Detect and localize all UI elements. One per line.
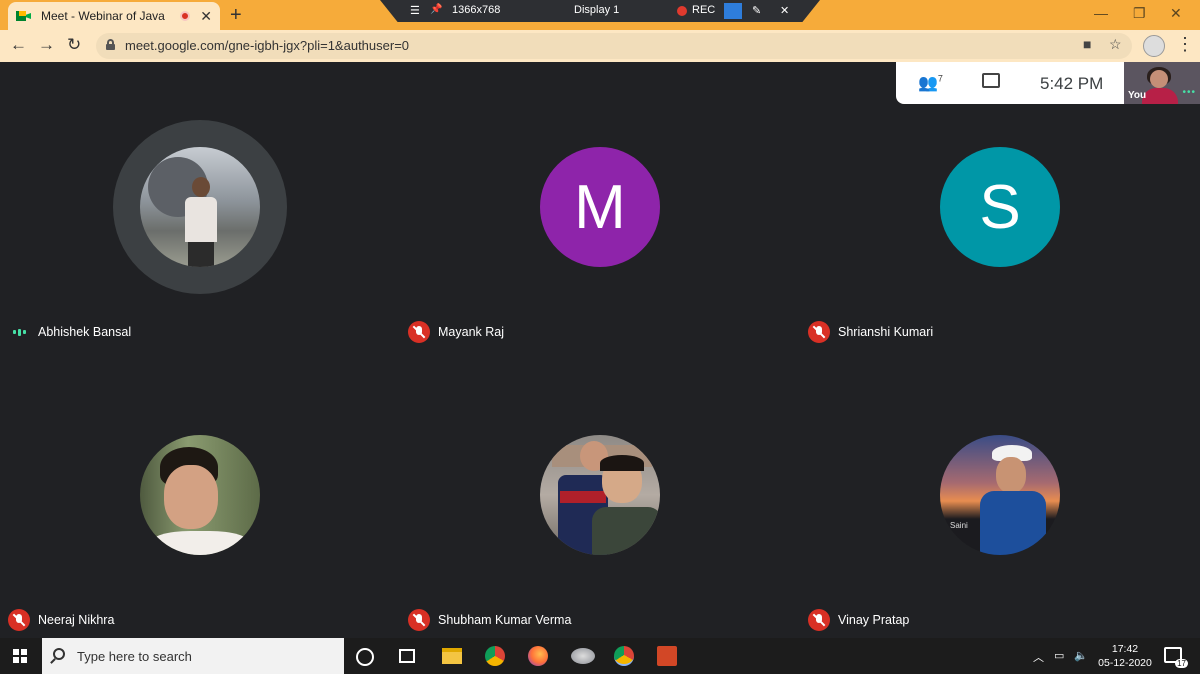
browser-tab-meet[interactable]: Meet - Webinar of Java ✕ bbox=[8, 2, 220, 30]
recorder-display[interactable]: Display 1 bbox=[574, 4, 619, 16]
tab-title: Meet - Webinar of Java bbox=[41, 9, 165, 23]
self-label: You bbox=[1128, 90, 1147, 101]
google-meet-icon bbox=[16, 9, 32, 23]
chrome-icon[interactable] bbox=[485, 646, 505, 666]
recorder-close-icon[interactable]: ✕ bbox=[780, 4, 789, 17]
participant-label: Abhishek Bansal bbox=[8, 321, 131, 343]
participant-avatar-shubham bbox=[540, 435, 660, 555]
meet-info-panel: 👥7 5:42 PM bbox=[896, 62, 1124, 104]
participant-avatar-vinay: Saini bbox=[940, 435, 1060, 555]
restore-button[interactable]: ❐ bbox=[1133, 5, 1146, 22]
mic-off-icon bbox=[808, 321, 830, 343]
recorder-pin-icon[interactable]: 📌 bbox=[430, 4, 442, 15]
participants-button[interactable]: 👥7 bbox=[918, 73, 943, 93]
screen-recorder-bar: ☰ 📌 1366x768 Display 1 REC ✎ ✕ bbox=[380, 0, 820, 22]
chrome-active-icon[interactable] bbox=[614, 646, 634, 666]
taskbar-clock[interactable]: 17:42 05-12-2020 bbox=[1097, 642, 1153, 670]
task-view-icon[interactable] bbox=[399, 649, 415, 663]
minimize-button[interactable]: — bbox=[1094, 5, 1108, 21]
mic-off-icon bbox=[8, 609, 30, 631]
search-icon bbox=[53, 648, 65, 660]
firefox-icon[interactable] bbox=[528, 646, 548, 666]
clock-time: 17:42 bbox=[1111, 643, 1139, 655]
cortana-icon[interactable] bbox=[356, 648, 374, 666]
tab-close-icon[interactable]: ✕ bbox=[200, 8, 212, 25]
participant-name: Shrianshi Kumari bbox=[838, 325, 934, 339]
participant-avatar-neeraj bbox=[140, 435, 260, 555]
recorder-pen-icon[interactable]: ✎ bbox=[752, 4, 761, 17]
participant-label: Shubham Kumar Verma bbox=[408, 609, 571, 631]
browser-toolbar: ← → ↻ meet.google.com/gne-igbh-jgx?pli=1… bbox=[0, 30, 1200, 62]
recorder-resolution: 1366x768 bbox=[452, 4, 501, 16]
lock-icon bbox=[106, 39, 115, 50]
participant-avatar-abhishek bbox=[140, 147, 260, 267]
participant-label: Shrianshi Kumari bbox=[808, 321, 933, 343]
profile-avatar[interactable] bbox=[1143, 35, 1165, 57]
search-placeholder: Type here to search bbox=[77, 649, 192, 664]
close-window-button[interactable]: ✕ bbox=[1170, 5, 1182, 22]
chat-icon[interactable] bbox=[982, 73, 1000, 88]
camera-icon[interactable]: ■ bbox=[1083, 36, 1091, 52]
windows-taskbar: Type here to search ︿ ▭ 🔈 17:42 05-12-20… bbox=[0, 638, 1200, 674]
app-icon[interactable] bbox=[571, 648, 595, 664]
recorder-menu-icon[interactable]: ☰ bbox=[410, 4, 420, 17]
mic-off-icon bbox=[808, 609, 830, 631]
participant-name: Abhishek Bansal bbox=[38, 325, 132, 339]
self-view-tile[interactable]: You ••• bbox=[1124, 62, 1200, 104]
taskbar-search-input[interactable]: Type here to search bbox=[42, 638, 344, 674]
powerpoint-icon[interactable] bbox=[657, 646, 677, 666]
recorder-stop-icon[interactable] bbox=[724, 3, 742, 19]
participant-avatar-shrianshi: S bbox=[940, 147, 1060, 267]
volume-icon[interactable]: 🔈 bbox=[1074, 649, 1088, 662]
tab-recording-icon bbox=[180, 11, 191, 21]
clock-date: 05-12-2020 bbox=[1098, 657, 1152, 669]
windows-start-icon[interactable] bbox=[13, 649, 27, 663]
participant-count: 7 bbox=[937, 73, 943, 84]
new-tab-button[interactable]: + bbox=[230, 4, 242, 27]
forward-arrow-icon[interactable]: → bbox=[38, 35, 55, 55]
back-arrow-icon[interactable]: ← bbox=[10, 35, 27, 55]
participant-label: Neeraj Nikhra bbox=[8, 609, 114, 631]
bookmark-star-icon[interactable]: ☆ bbox=[1109, 36, 1122, 53]
participant-name: Vinay Pratap bbox=[838, 613, 910, 627]
url-text[interactable]: meet.google.com/gne-igbh-jgx?pli=1&authu… bbox=[125, 38, 409, 53]
participant-label: Mayank Raj bbox=[408, 321, 504, 343]
notification-count: 17 bbox=[1175, 659, 1188, 668]
battery-icon[interactable]: ▭ bbox=[1054, 649, 1064, 662]
participant-name: Shubham Kumar Verma bbox=[438, 613, 572, 627]
recorder-rec-button[interactable]: REC bbox=[692, 4, 715, 16]
browser-menu-icon[interactable]: ⋮ bbox=[1176, 34, 1194, 55]
tray-chevron-icon[interactable]: ︿ bbox=[1033, 649, 1044, 665]
address-bar[interactable]: meet.google.com/gne-igbh-jgx?pli=1&authu… bbox=[96, 33, 1132, 59]
meeting-time: 5:42 PM bbox=[1040, 74, 1104, 93]
record-dot-icon bbox=[677, 6, 687, 16]
participant-name: Mayank Raj bbox=[438, 325, 504, 339]
participant-label: Vinay Pratap bbox=[808, 609, 909, 631]
notifications-icon[interactable]: 17 bbox=[1164, 647, 1188, 668]
participant-name: Neeraj Nikhra bbox=[38, 613, 115, 627]
mic-off-icon bbox=[408, 609, 430, 631]
mic-off-icon bbox=[408, 321, 430, 343]
self-more-icon[interactable]: ••• bbox=[1182, 87, 1196, 98]
participant-avatar-mayank: M bbox=[540, 147, 660, 267]
reload-icon[interactable]: ↻ bbox=[67, 35, 81, 55]
speaking-indicator-icon bbox=[8, 328, 30, 336]
file-explorer-icon[interactable] bbox=[442, 648, 462, 664]
